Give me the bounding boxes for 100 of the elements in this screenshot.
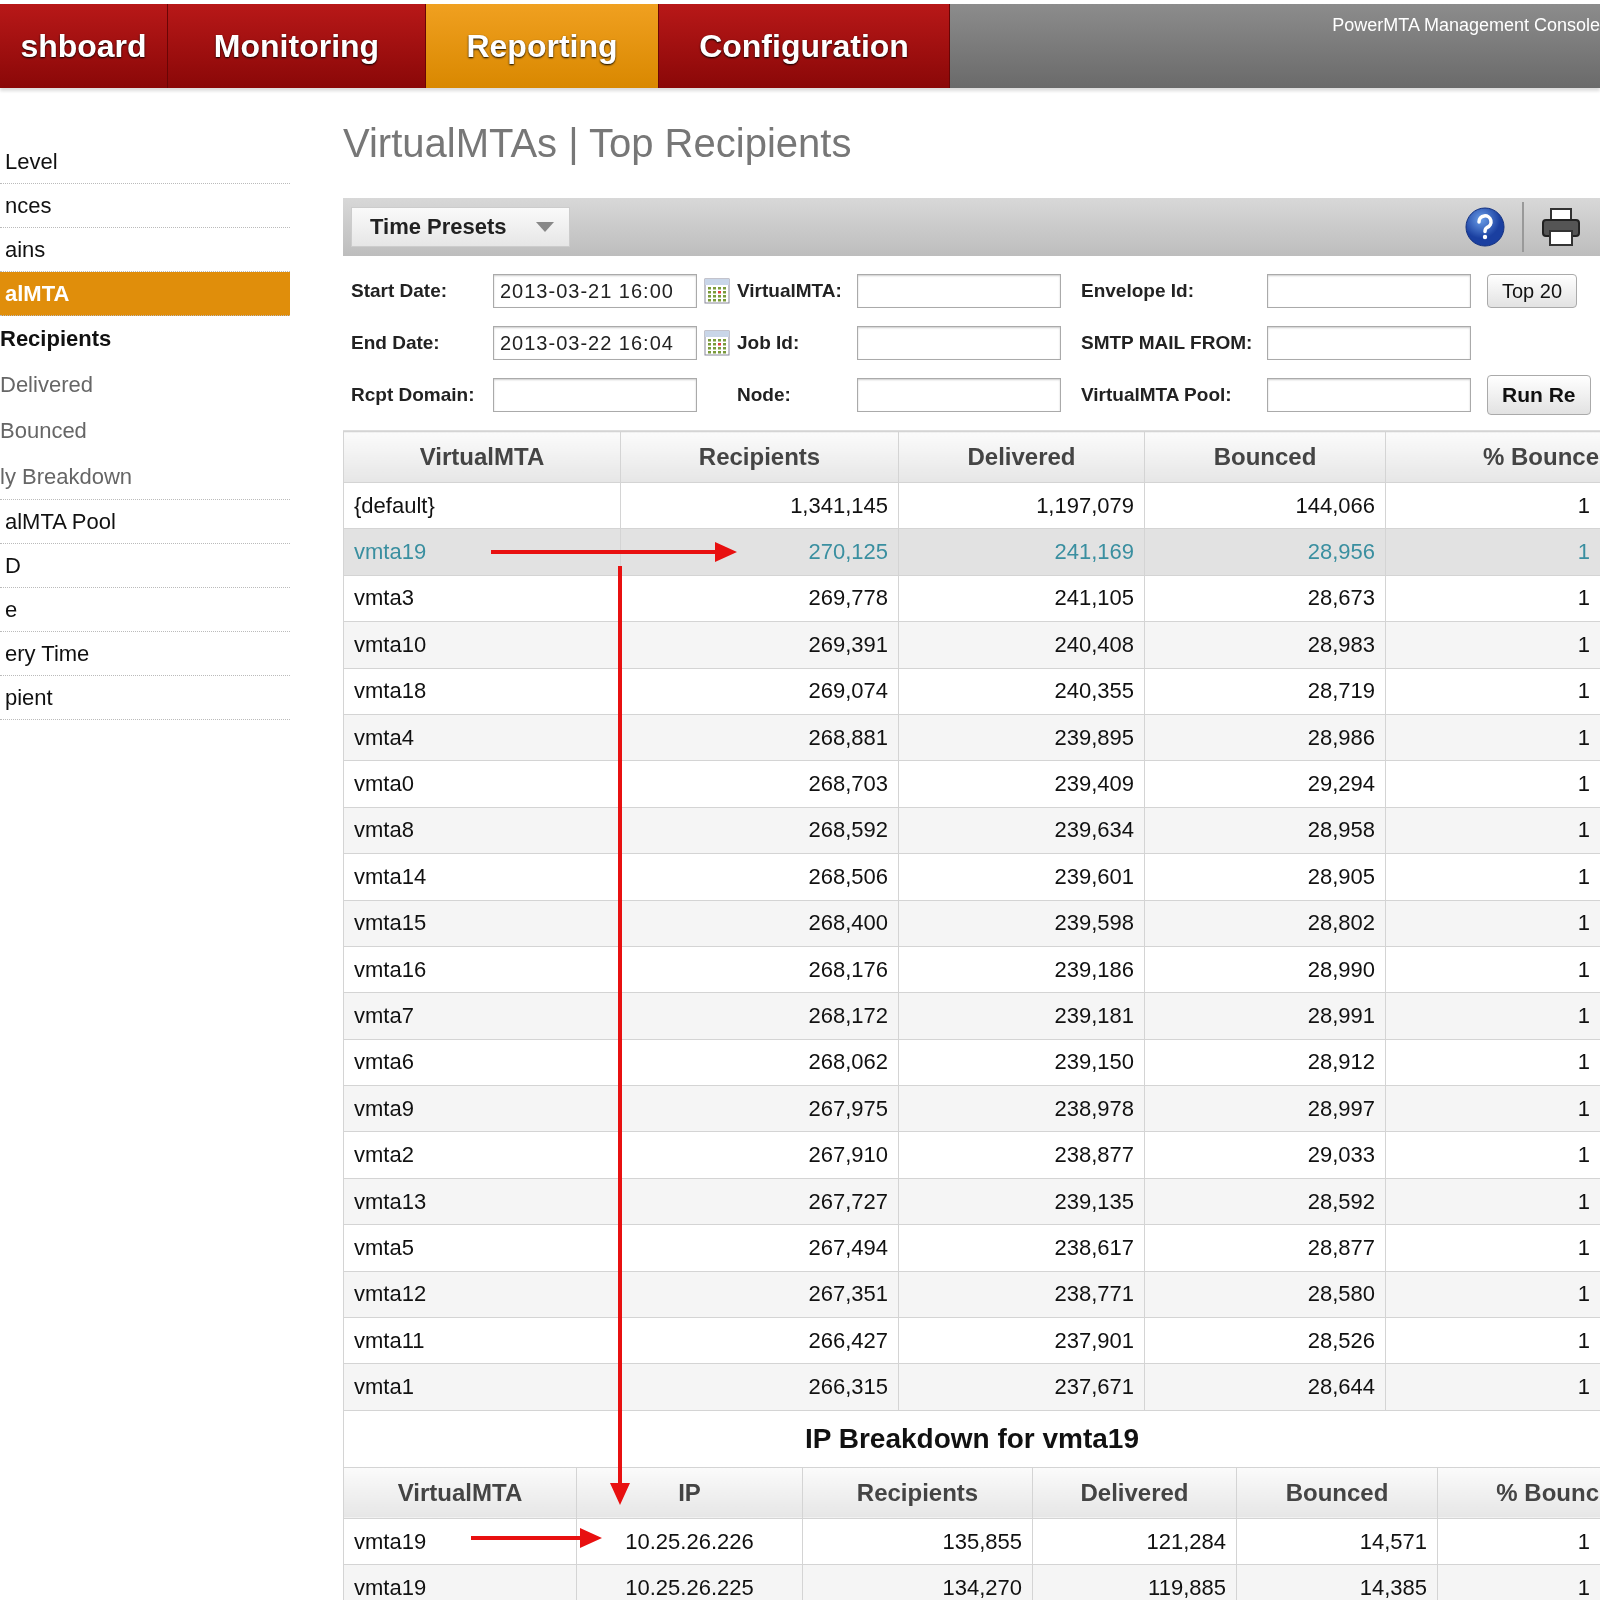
caret-icon [534,221,555,233]
nav-tab[interactable]: Monitoring [168,4,426,88]
column-header[interactable]: Delivered [1032,1467,1237,1519]
top-count-select[interactable]: Top 20 [1487,274,1578,308]
table-cell: 28,644 [1144,1363,1386,1411]
input-field[interactable] [857,326,1061,360]
input-field[interactable] [1267,378,1471,412]
table-cell: 135,855 [802,1518,1033,1565]
table-row[interactable]: vmta4 268,881 239,895 28,986 1 [343,714,1600,761]
table-cell: 14,571 [1236,1518,1438,1565]
sidebar-item[interactable]: Level [0,140,290,184]
table-cell: 28,983 [1144,621,1386,669]
printer-icon[interactable] [1540,207,1582,247]
table-row[interactable]: vmta15 268,400 239,598 28,802 1 [343,900,1600,947]
field-label: Node: [737,384,792,406]
table-row[interactable]: vmta1 266,315 237,671 28,644 1 [343,1363,1600,1411]
calendar-icon[interactable] [704,278,730,304]
table-row[interactable]: vmta3 269,778 241,105 28,673 1 [343,575,1600,622]
field-label: Envelope Id: [1081,280,1195,302]
table-cell: 28,990 [1144,946,1386,993]
table-row[interactable]: vmta6 268,062 239,150 28,912 1 [343,1039,1600,1086]
table-cell: 28,958 [1144,807,1386,854]
table-cell: 28,905 [1144,853,1386,900]
field-label: End Date: [351,332,441,354]
column-header[interactable]: % Bounc [1437,1467,1600,1519]
table-cell: 239,634 [898,807,1145,854]
input-field[interactable] [1267,274,1471,308]
table-cell: 28,956 [1144,528,1386,576]
time-presets-dropdown[interactable]: Time Presets [351,207,570,247]
table-cell: 240,408 [898,621,1145,669]
column-header[interactable]: Recipients [802,1467,1033,1519]
field-label: Start Date: [351,280,449,302]
field-label: VirtualMTA Pool: [1081,384,1233,406]
table-cell: 239,409 [898,760,1145,808]
table-cell: 237,671 [898,1363,1145,1411]
column-header[interactable]: % Bounce [1385,431,1600,483]
table-row[interactable]: vmta10 269,391 240,408 28,983 1 [343,621,1600,669]
table-row[interactable]: vmta11 266,427 237,901 28,526 1 [343,1317,1600,1364]
table-cell: 237,901 [898,1317,1145,1364]
table-row[interactable]: vmta18 269,074 240,355 28,719 1 [343,668,1600,715]
sidebar-subitem[interactable]: Recipients [0,316,290,362]
field-label: Job Id: [737,332,801,354]
column-header[interactable]: Recipients [620,431,899,483]
table-row[interactable]: vmta7 268,172 239,181 28,991 1 [343,992,1600,1040]
table-cell: 240,355 [898,668,1145,715]
column-header[interactable]: Delivered [898,431,1145,483]
table-cell: 239,135 [898,1178,1145,1225]
table-row[interactable]: vmta0 268,703 239,409 29,294 1 [343,760,1600,808]
table-cell: 239,895 [898,714,1145,761]
table-cell: 29,294 [1144,760,1386,808]
sidebar-subitem[interactable]: Bounced [0,408,290,454]
table-row[interactable]: vmta16 268,176 239,186 28,990 1 [343,946,1600,993]
table-row[interactable]: vmta8 268,592 239,634 28,958 1 [343,807,1600,854]
date-field[interactable]: 2013-03-22 16:04 [493,326,697,360]
page-title: VirtualMTAs | Top Recipients [343,119,853,167]
sidebar-item[interactable]: alMTA Pool [0,500,290,544]
sidebar-item[interactable]: D [0,544,290,588]
table-row[interactable]: vmta14 268,506 239,601 28,905 1 [343,853,1600,900]
input-field[interactable] [493,378,697,412]
nav-tab[interactable]: Configuration [659,4,950,88]
run-report-button[interactable]: Run Re [1487,375,1591,415]
date-field[interactable]: 2013-03-21 16:00 [493,274,697,308]
sidebar-item[interactable]: ery Time [0,632,290,676]
table-row[interactable]: vmta2 267,910 238,877 29,033 1 [343,1131,1600,1179]
table-cell: 28,592 [1144,1178,1386,1225]
table-cell: 238,877 [898,1131,1145,1179]
table-row[interactable]: vmta9 267,975 238,978 28,997 1 [343,1085,1600,1132]
table-row[interactable]: vmta13 267,727 239,135 28,592 1 [343,1178,1600,1225]
column-header[interactable]: Bounced [1144,431,1386,483]
sidebar-item[interactable]: pient [0,676,290,720]
table-cell: 28,991 [1144,992,1386,1040]
sidebar-subitem[interactable]: Delivered [0,362,290,408]
table-cell: 241,105 [898,575,1145,622]
column-header[interactable]: VirtualMTA [343,1467,577,1519]
input-field[interactable] [857,274,1061,308]
help-icon[interactable] [1464,206,1506,248]
table-cell: 1,197,079 [898,482,1145,529]
table-cell: 239,186 [898,946,1145,993]
table-cell: 28,877 [1144,1224,1386,1272]
table-cell: 28,912 [1144,1039,1386,1086]
calendar-icon[interactable] [704,330,730,356]
input-field[interactable] [857,378,1061,412]
table-cell: 121,284 [1032,1518,1237,1565]
table-cell: 28,526 [1144,1317,1386,1364]
table-cell: 144,066 [1144,482,1386,529]
sidebar-item[interactable]: e [0,588,290,632]
table-cell: 239,181 [898,992,1145,1040]
table-cell: 28,986 [1144,714,1386,761]
sidebar-subitem[interactable]: ly Breakdown [0,454,290,500]
nav-tab[interactable]: shboard [0,4,168,88]
table-cell: 238,617 [898,1224,1145,1272]
table-row[interactable]: vmta12 267,351 238,771 28,580 1 [343,1271,1600,1318]
input-field[interactable] [1267,326,1471,360]
table-row[interactable]: {default} 1,341,145 1,197,079 144,066 1 [343,482,1600,529]
table-row[interactable]: vmta5 267,494 238,617 28,877 1 [343,1224,1600,1272]
column-header[interactable]: IP [576,1467,803,1519]
column-header[interactable]: Bounced [1236,1467,1438,1519]
column-header[interactable]: VirtualMTA [343,431,621,483]
table-cell: 28,580 [1144,1271,1386,1318]
sidebar-item[interactable]: nces [0,184,290,228]
